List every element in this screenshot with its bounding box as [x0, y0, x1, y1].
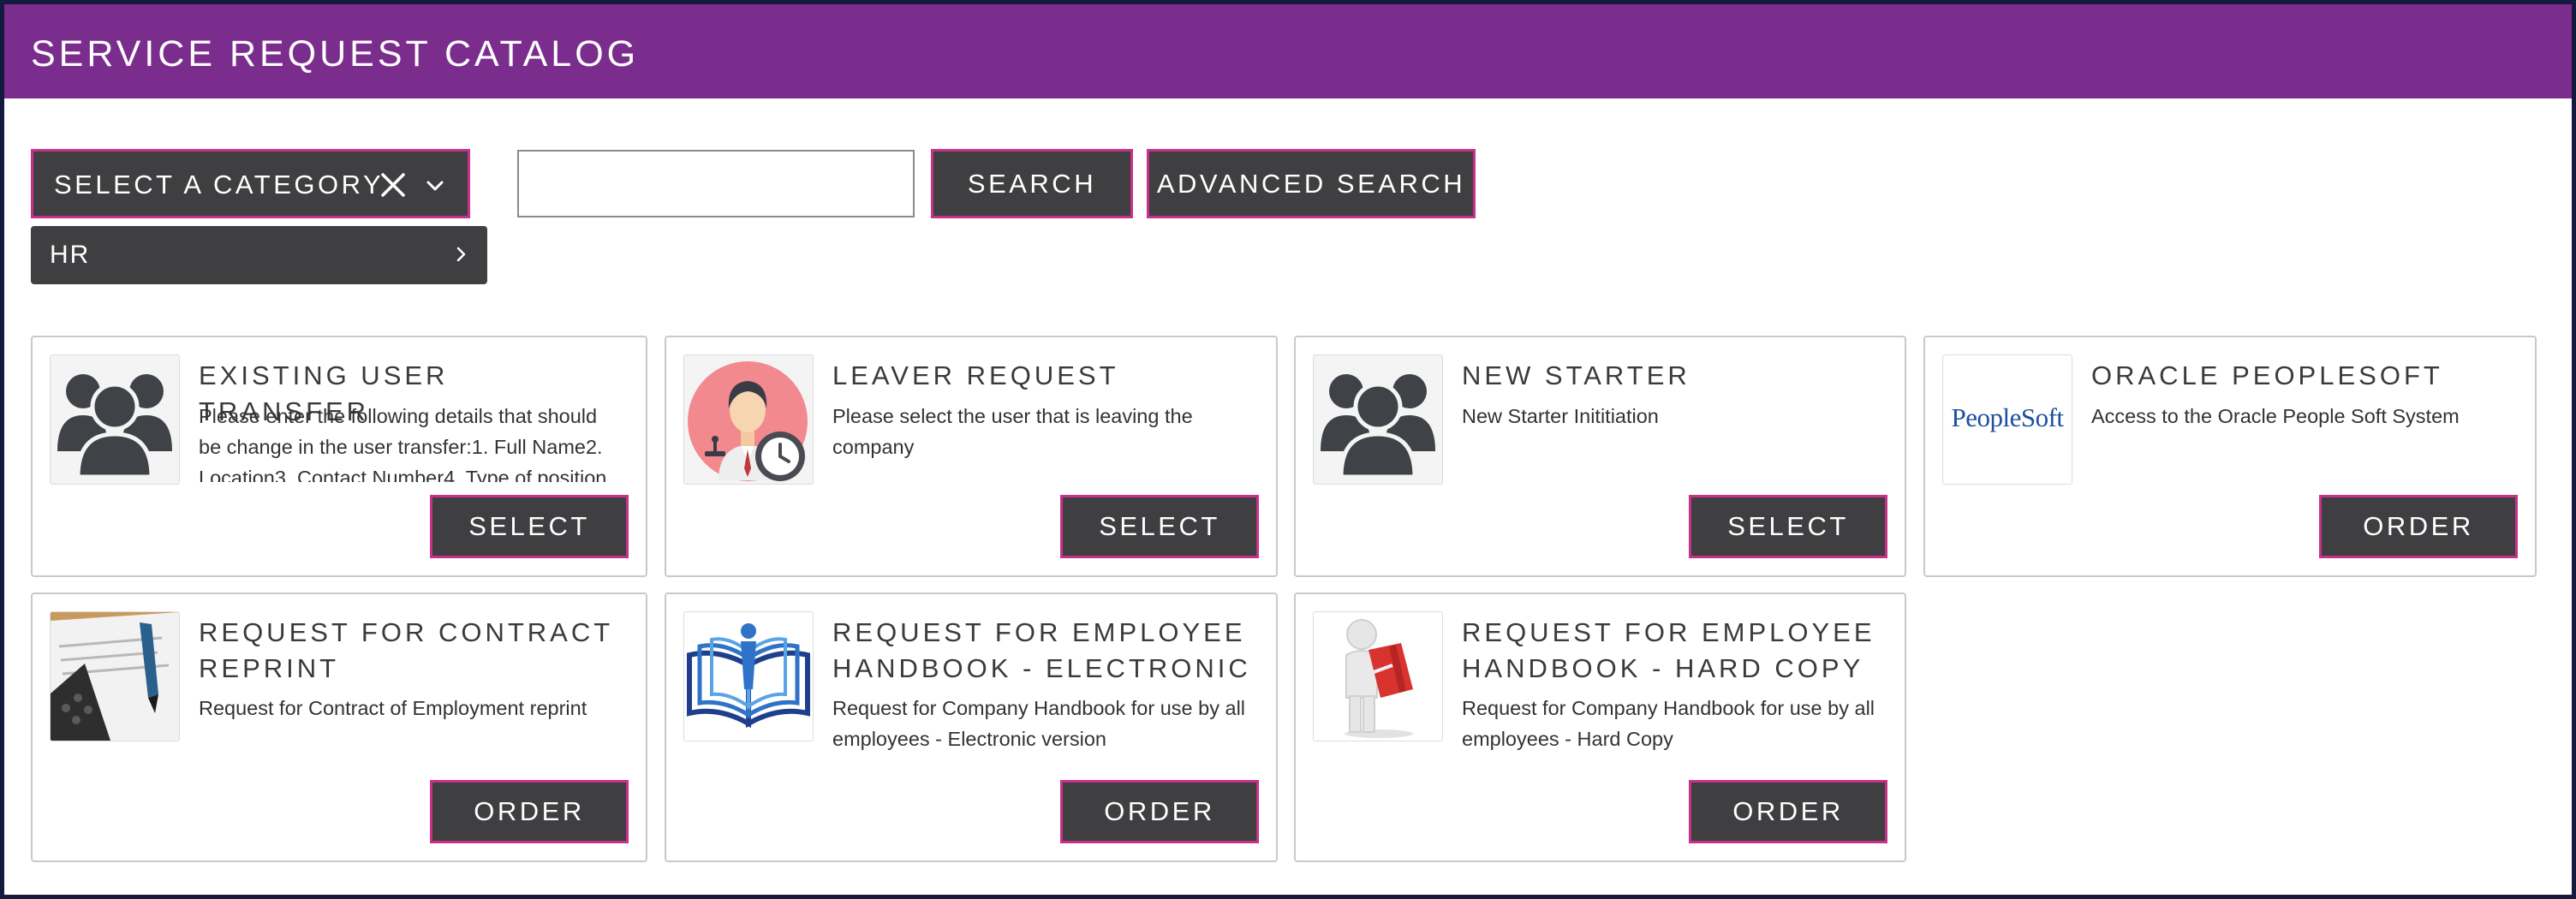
users-group-icon [50, 354, 180, 485]
card-description: New Starter Inititiation [1462, 405, 1659, 427]
select-button[interactable]: SELECT [430, 495, 629, 558]
select-button[interactable]: SELECT [1060, 495, 1259, 558]
card-description: Request for Company Handbook for use by … [1462, 697, 1875, 750]
catalog-card-handbook-hard-copy: REQUEST FOR EMPLOYEE HANDBOOK - HARD COP… [1294, 592, 1906, 862]
order-button[interactable]: ORDER [1060, 780, 1259, 843]
peoplesoft-logo-text: PeopleSoft [1951, 402, 2064, 432]
catalog-card-oracle-peoplesoft: PeopleSoft ORACLE PEOPLESOFT Access to t… [1923, 336, 2537, 577]
order-button[interactable]: ORDER [430, 780, 629, 843]
card-title: LEAVER REQUEST [832, 360, 1119, 390]
card-title: NEW STARTER [1462, 360, 1690, 390]
clear-icon[interactable] [379, 171, 407, 199]
card-description: Access to the Oracle People Soft System [2091, 405, 2460, 427]
order-button[interactable]: ORDER [2319, 495, 2518, 558]
card-description: Please select the user that is leaving t… [832, 405, 1193, 458]
card-description: Please enter the following details that … [199, 405, 607, 482]
peoplesoft-logo: PeopleSoft [1942, 354, 2072, 485]
selected-category-label: HR [50, 241, 91, 269]
card-title: ORACLE PEOPLESOFT [2091, 360, 2443, 390]
search-input[interactable] [517, 150, 915, 217]
chevron-down-icon[interactable] [426, 176, 444, 195]
advanced-search-button[interactable]: ADVANCED SEARCH [1147, 149, 1476, 218]
catalog-card-existing-user-transfer: EXISTING USER TRANSFER Please enter the … [31, 336, 647, 577]
category-select-label: SELECT A CATEGORY [54, 170, 385, 199]
catalog-card-leaver-request: LEAVER REQUEST Please select the user th… [665, 336, 1278, 577]
order-button[interactable]: ORDER [1689, 780, 1887, 843]
card-title: REQUEST FOR EMPLOYEE HANDBOOK - ELECTRON… [832, 617, 1251, 683]
card-title: REQUEST FOR CONTRACT REPRINT [199, 617, 613, 683]
catalog-card-contract-reprint: REQUEST FOR CONTRACT REPRINT Request for… [31, 592, 647, 862]
category-select[interactable]: SELECT A CATEGORY [31, 149, 470, 218]
catalog-card-new-starter: NEW STARTER New Starter Inititiation SEL… [1294, 336, 1906, 577]
search-button[interactable]: SEARCH [931, 149, 1133, 218]
page-title: SERVICE REQUEST CATALOG [31, 33, 640, 74]
reading-figure-icon [1313, 611, 1443, 741]
leaver-clock-icon [683, 354, 814, 485]
selected-category-hr[interactable]: HR [31, 226, 487, 284]
page-header: SERVICE REQUEST CATALOG [4, 4, 2572, 98]
card-description: Request for Company Handbook for use by … [832, 697, 1246, 750]
chevron-right-icon [456, 247, 466, 262]
contract-pen-icon [50, 611, 180, 741]
select-button[interactable]: SELECT [1689, 495, 1887, 558]
open-book-icon [683, 611, 814, 741]
catalog-card-handbook-electronic: REQUEST FOR EMPLOYEE HANDBOOK - ELECTRON… [665, 592, 1278, 862]
card-title: REQUEST FOR EMPLOYEE HANDBOOK - HARD COP… [1462, 617, 1875, 683]
card-description: Request for Contract of Employment repri… [199, 697, 587, 719]
users-group-icon [1313, 354, 1443, 485]
